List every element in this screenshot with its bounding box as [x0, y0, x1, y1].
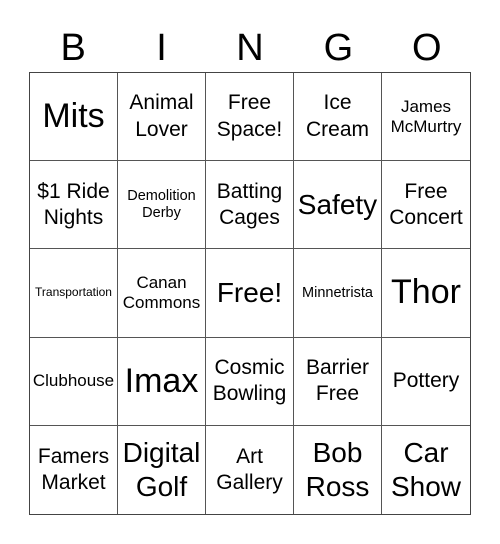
bingo-cell[interactable]: Mits — [30, 73, 118, 162]
bingo-grid: Mits Animal Lover Free Space! Ice Cream Jame… — [29, 72, 471, 515]
bingo-cell[interactable]: $1 Ride Nights — [30, 161, 118, 250]
bingo-cell-text: Free Concert — [389, 179, 463, 229]
bingo-cell-text: Batting Cages — [216, 179, 283, 229]
bingo-cell[interactable]: Free! — [206, 249, 294, 338]
bingo-cell-text: Mits — [42, 97, 105, 136]
bingo-cell[interactable]: Car Show — [382, 426, 470, 514]
bingo-cell-text: Animal Lover — [129, 91, 194, 141]
bingo-cell[interactable]: Canan Commons — [118, 249, 206, 338]
bingo-cell[interactable]: Clubhouse — [30, 337, 118, 426]
bingo-cell-text: Safety — [297, 188, 378, 220]
header-letter-b: B — [60, 27, 86, 69]
bingo-cell[interactable]: Free Space! — [206, 73, 294, 162]
bingo-cell-text: Canan Commons — [122, 273, 201, 312]
bingo-cell-text: James McMurtry — [390, 97, 462, 136]
bingo-cell[interactable]: Art Gallery — [206, 425, 294, 514]
bingo-cell-text: $1 Ride Nights — [37, 179, 110, 229]
header-letter-n: N — [236, 27, 264, 69]
header-letter-g: G — [323, 27, 354, 69]
bingo-cell-text: Minnetrista — [302, 284, 373, 301]
bingo-cell-text: Barrier Free — [305, 355, 369, 406]
bingo-cell-text: Free! — [216, 277, 283, 309]
bingo-cell-text: Digital Golf — [122, 437, 201, 502]
bingo-cell[interactable]: Batting Cages — [206, 161, 294, 250]
bingo-cell-text: Demolition Derby — [127, 188, 196, 221]
bingo-cell[interactable]: Demolition Derby — [118, 161, 206, 250]
bingo-cell[interactable]: Famers Market — [30, 425, 118, 514]
bingo-cell[interactable]: Bob Ross — [294, 425, 382, 514]
bingo-cell[interactable]: Imax — [118, 337, 206, 426]
bingo-cell-text: Free Space! — [216, 91, 283, 141]
bingo-cell-text: Thor — [391, 273, 461, 312]
bingo-cell[interactable]: Ice Cream — [294, 73, 382, 162]
bingo-header: B I N G O — [29, 22, 471, 72]
bingo-cell-text: Bob Ross — [305, 437, 370, 502]
bingo-cell-text: Cosmic Bowling — [212, 355, 287, 406]
bingo-cell[interactable]: Digital Golf — [118, 425, 206, 514]
bingo-cell[interactable]: Transportation — [30, 249, 118, 338]
bingo-cell-text: Clubhouse — [32, 371, 115, 391]
bingo-cell-text: Ice Cream — [305, 91, 369, 141]
bingo-cell-text: Transportation — [35, 285, 112, 300]
bingo-cell-text: Famers Market — [37, 444, 110, 494]
bingo-cell[interactable]: Safety — [294, 161, 382, 250]
bingo-cell[interactable]: Cosmic Bowling — [206, 337, 294, 426]
bingo-cell[interactable]: Thor — [382, 249, 470, 338]
bingo-cell-text: Pottery — [392, 369, 460, 393]
bingo-cell[interactable]: Barrier Free — [294, 337, 382, 426]
bingo-cell-text: Art Gallery — [216, 444, 283, 494]
bingo-cell[interactable]: Animal Lover — [118, 73, 206, 162]
bingo-cell[interactable]: Pottery — [382, 338, 470, 426]
bingo-cell[interactable]: James McMurtry — [382, 73, 470, 162]
header-letter-i: I — [156, 27, 167, 69]
bingo-cell[interactable]: Free Concert — [382, 161, 470, 250]
header-letter-o: O — [411, 27, 442, 69]
bingo-cell[interactable]: Minnetrista — [294, 249, 382, 338]
bingo-cell-text: Imax — [124, 361, 199, 400]
bingo-cell-text: Car Show — [390, 437, 462, 502]
